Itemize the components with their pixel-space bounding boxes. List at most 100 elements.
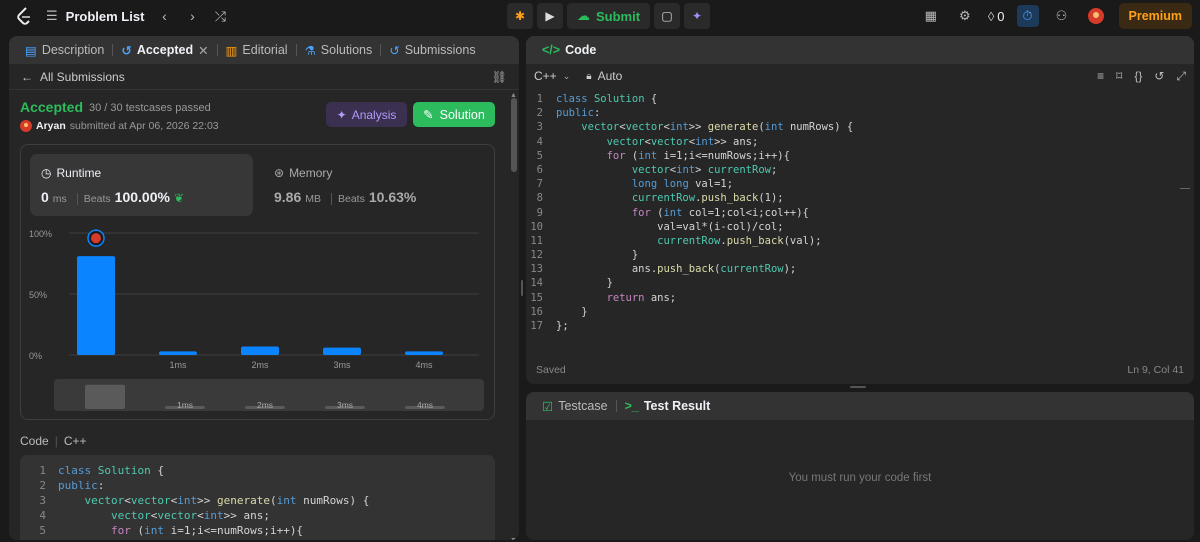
username[interactable]: Aryan	[36, 120, 66, 132]
run-button[interactable]: ▶	[537, 3, 563, 29]
code-icon: </>	[542, 43, 561, 57]
timer-icon[interactable]: ⏱	[1016, 5, 1039, 27]
tab-description[interactable]: ▤ Description	[17, 36, 112, 64]
next-problem-icon[interactable]: ›	[184, 8, 200, 24]
solution-button[interactable]: ✎ Solution	[413, 102, 495, 127]
tab-description-label: Description	[41, 43, 105, 57]
layout-icon[interactable]: ▦	[920, 5, 942, 27]
code-editor[interactable]: 1 class Solution {2 public: 3 vector<vector…	[526, 88, 1194, 333]
code-label: Code	[20, 434, 49, 448]
ai-button[interactable]: ✦	[684, 3, 711, 29]
avatar[interactable]	[1085, 5, 1107, 27]
tab-testcase-label: Testcase	[558, 399, 608, 413]
testcases-passed: 30 / 30 testcases passed	[89, 102, 211, 114]
editor-toolbar: C++ ⌄ 🔒︎ Auto ≡ ⌑ {} ↺ ⤢	[526, 64, 1194, 88]
close-icon[interactable]: ✕	[198, 43, 208, 58]
memory-beats-label: Beats	[331, 193, 365, 205]
auto-mode[interactable]: 🔒︎ Auto	[586, 69, 622, 83]
leaf-icon: ❦	[173, 191, 184, 205]
bug-icon: ✱	[514, 9, 526, 23]
notes-button[interactable]: ▢	[654, 3, 681, 29]
tab-code[interactable]: </> Code	[534, 36, 604, 64]
code-text: }	[556, 277, 613, 290]
problem-list-button[interactable]: ☰ Problem List	[46, 8, 144, 24]
reset-icon[interactable]: ↺	[1154, 69, 1164, 84]
braces-icon[interactable]: {}	[1134, 69, 1142, 84]
streak-counter[interactable]: ◊ 0	[988, 5, 1005, 27]
line-number: 3	[39, 494, 46, 507]
code-text: vector<vector<int>> ans;	[606, 135, 759, 148]
language-select[interactable]: C++ ⌄	[534, 69, 570, 83]
fullscreen-icon[interactable]: ⤢	[1176, 69, 1186, 84]
note-icon: ▢	[661, 9, 673, 23]
code-text: class Solution {	[58, 464, 164, 477]
vertical-resize-handle[interactable]	[521, 280, 523, 296]
code-text: for (int i=1;i<=numRows;i++){	[110, 524, 304, 537]
scrollbar-thumb[interactable]	[511, 98, 517, 172]
runtime-beats: 100.00%	[114, 189, 170, 205]
overview-tick-label: 3ms	[337, 400, 353, 410]
memory-card[interactable]: ⊛ Memory 9.86 MB Beats 10.63%	[274, 154, 474, 216]
submit-button[interactable]: ☁ Submit	[567, 3, 651, 29]
cursor-position: Ln 9, Col 41	[1127, 364, 1184, 376]
tab-test-result[interactable]: >_ Test Result	[617, 392, 719, 420]
code-line: 14 }	[526, 276, 1194, 290]
left-panel: ▤ Description ↺ Accepted ✕ ▥ Editorial ⚗…	[9, 36, 519, 540]
prev-problem-icon[interactable]: ‹	[156, 8, 172, 24]
code-line: 7 long long val=1;	[526, 177, 1194, 191]
code-text: vector<vector<int>> ans;	[110, 509, 270, 522]
line-number: 17	[530, 320, 543, 332]
line-number: 12	[530, 249, 543, 262]
code-text: public:	[58, 479, 105, 492]
chart-overview-scroller[interactable]: 1ms 2ms 3ms 4ms	[54, 379, 484, 411]
premium-button[interactable]: Premium	[1118, 3, 1192, 29]
flame-icon: ◊	[987, 8, 995, 24]
line-number: 13	[530, 263, 543, 276]
panel-resize-handle[interactable]	[850, 386, 866, 388]
lock-icon: 🔒︎	[586, 70, 592, 82]
shuffle-icon[interactable]: ⤮	[212, 8, 228, 25]
code-text: vector<vector<int>> generate(int numRows…	[581, 121, 854, 134]
bookmark-icon[interactable]: ⌑	[1116, 69, 1122, 84]
language-value: C++	[534, 69, 557, 83]
scroll-down-icon[interactable]: ▼	[510, 537, 517, 540]
debug-button[interactable]: ✱	[507, 3, 533, 29]
code-line: 13 ans.push_back(currentRow);	[526, 262, 1194, 276]
overview-bar	[85, 384, 125, 409]
line-number: 4	[536, 135, 543, 148]
line-number: 14	[530, 277, 543, 290]
code-text: ans.push_back(currentRow);	[556, 263, 797, 276]
format-icon[interactable]: ≡	[1097, 69, 1104, 84]
code-line: 11 currentRow.push_back(val);	[526, 234, 1194, 248]
y-tick-label: 50%	[29, 290, 47, 300]
analysis-button[interactable]: ✦ Analysis	[326, 102, 407, 127]
runtime-card[interactable]: ◷ Runtime 0 ms Beats 100.00% ❦	[30, 154, 253, 216]
arrow-left-icon: ←	[21, 69, 33, 84]
tab-submissions[interactable]: ↺ Submissions	[381, 36, 483, 64]
line-number: 3	[536, 121, 543, 134]
code-text: public:	[556, 107, 601, 120]
line-number: 5	[536, 149, 543, 162]
x-tick-label: 3ms	[333, 360, 351, 370]
code-text: val=val*(i-col)/col;	[556, 220, 784, 233]
tab-testcase[interactable]: ☑ Testcase	[534, 392, 616, 420]
code-line: 1 class Solution {	[20, 463, 495, 478]
code-line: 4 vector<vector<int>> ans;	[20, 508, 495, 523]
runtime-beats-label: Beats	[76, 193, 111, 205]
leetcode-logo-icon[interactable]	[14, 6, 34, 26]
tab-solutions[interactable]: ⚗ Solutions	[297, 36, 381, 64]
all-submissions-link[interactable]: ← All Submissions	[21, 70, 125, 84]
submission-info: Aryan submitted at Apr 06, 2026 22:03	[20, 120, 219, 132]
tab-accepted[interactable]: ↺ Accepted ✕	[113, 36, 216, 64]
add-user-icon[interactable]: ⚇	[1051, 5, 1073, 27]
submitted-at: submitted at Apr 06, 2026 22:03	[69, 120, 219, 132]
avatar-marker-face	[91, 233, 101, 244]
code-text: }	[556, 305, 588, 318]
code-line: 15 return ans;	[526, 291, 1194, 305]
link-icon[interactable]: ⛓	[492, 70, 507, 84]
tab-submissions-label: Submissions	[404, 43, 476, 57]
tab-editorial[interactable]: ▥ Editorial	[218, 36, 296, 64]
gear-icon[interactable]: ⚙	[954, 5, 976, 27]
auto-label: Auto	[597, 69, 623, 83]
all-submissions-label: All Submissions	[40, 69, 125, 84]
